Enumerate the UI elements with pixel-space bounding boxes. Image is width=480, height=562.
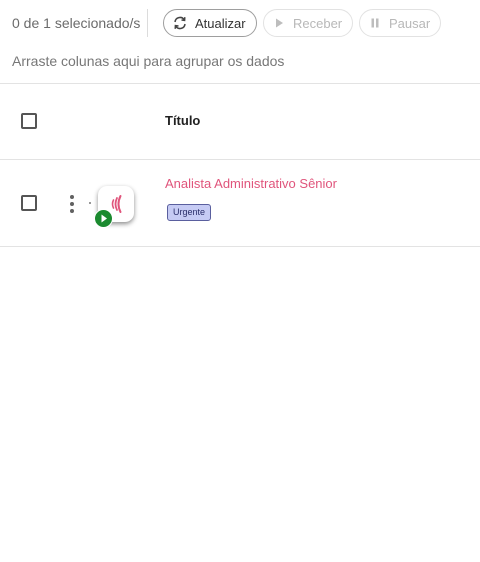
column-header-title[interactable]: Título — [165, 113, 200, 128]
row-checkbox[interactable] — [21, 195, 37, 211]
refresh-icon — [174, 16, 186, 30]
receive-button[interactable]: Receber — [263, 9, 354, 37]
pause-label: Pausar — [389, 15, 431, 31]
selection-count: 0 de 1 selecionado/s — [12, 15, 141, 31]
pause-button[interactable]: Pausar — [359, 9, 442, 37]
play-badge-glyph — [101, 214, 107, 223]
refresh-label: Atualizar — [195, 15, 246, 31]
play-icon — [276, 18, 283, 28]
row-title-link[interactable]: Analista Administrativo Sênior — [165, 176, 337, 191]
header-bottom-border — [0, 159, 480, 160]
toolbar-divider — [147, 9, 148, 37]
status-badge: Urgente — [167, 204, 212, 221]
row-bottom-border — [0, 246, 480, 247]
play-badge-icon[interactable] — [94, 209, 113, 228]
row-separator-dot — [89, 202, 91, 204]
receive-label: Receber — [293, 15, 343, 31]
refresh-button[interactable]: Atualizar — [163, 9, 257, 37]
select-all-checkbox[interactable] — [21, 113, 37, 129]
group-by-drop-zone[interactable]: Arraste colunas aqui para agrupar os dad… — [12, 53, 284, 70]
pause-icon — [371, 18, 379, 28]
toolbar: 0 de 1 selecionado/s Atualizar Receber P… — [0, 0, 480, 47]
header-top-border — [0, 83, 480, 84]
kebab-menu-icon[interactable] — [67, 195, 77, 213]
